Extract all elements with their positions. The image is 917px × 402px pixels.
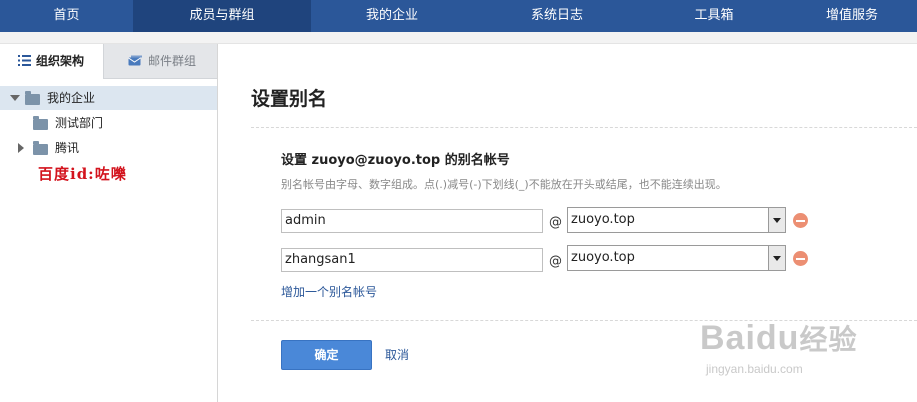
folder-icon bbox=[25, 91, 40, 105]
tab-org-structure-label: 组织架构 bbox=[36, 54, 85, 68]
tree-item-tencent[interactable]: 腾讯 bbox=[0, 136, 217, 160]
nav-system-log[interactable]: 系统日志 bbox=[473, 0, 641, 32]
chevron-down-icon[interactable] bbox=[768, 246, 785, 270]
expand-down-icon[interactable] bbox=[10, 95, 20, 101]
baidu-id-annotation: 百度id:咗嚛 bbox=[38, 165, 127, 183]
tab-mail-groups-label: 邮件群组 bbox=[148, 54, 197, 68]
baidu-logo-cn: 经验 bbox=[799, 324, 858, 355]
mail-group-icon bbox=[128, 45, 143, 79]
alias-input-2[interactable] bbox=[281, 248, 543, 272]
chevron-down-icon[interactable] bbox=[768, 208, 785, 232]
tree-item-label: 腾讯 bbox=[55, 141, 80, 155]
cancel-link[interactable]: 取消 bbox=[385, 346, 409, 363]
page-title: 设置别名 bbox=[251, 88, 328, 110]
domain-select-1[interactable]: zuoyo.top bbox=[567, 207, 786, 233]
tab-org-structure[interactable]: 组织架构 bbox=[0, 44, 104, 79]
watermark-url: jingyan.baidu.com bbox=[706, 362, 803, 376]
remove-alias-icon[interactable] bbox=[793, 213, 808, 228]
tree-item-label: 测试部门 bbox=[55, 116, 104, 130]
sidebar: 组织架构 邮件群组 我的企业 测试部门 腾讯 bbox=[0, 44, 218, 402]
expand-right-icon[interactable] bbox=[18, 143, 24, 153]
domain-select-value: zuoyo.top bbox=[571, 250, 635, 265]
add-alias-link[interactable]: 增加一个别名帐号 bbox=[281, 283, 377, 300]
tab-mail-groups[interactable]: 邮件群组 bbox=[105, 44, 217, 78]
baidu-logo-watermark: Baidu经验 bbox=[700, 318, 857, 358]
alias-rules-hint: 别名帐号由字母、数字组成。点(.)减号(-)下划线(_)不能放在开头或结尾，也不… bbox=[281, 178, 727, 191]
nav-toolbox[interactable]: 工具箱 bbox=[641, 0, 787, 32]
nav-home[interactable]: 首页 bbox=[0, 0, 133, 32]
divider bbox=[251, 127, 917, 128]
domain-select-2[interactable]: zuoyo.top bbox=[567, 245, 786, 271]
at-sign: @ bbox=[549, 254, 562, 269]
tree-item-label: 我的企业 bbox=[47, 91, 96, 105]
sidebar-tabs: 组织架构 邮件群组 bbox=[0, 44, 217, 79]
top-nav: 首页 成员与群组 我的企业 系统日志 工具箱 增值服务 bbox=[0, 0, 917, 32]
sub-bar bbox=[0, 32, 917, 44]
section-title: 设置 zuoyo@zuoyo.top 的别名帐号 bbox=[281, 153, 510, 168]
remove-alias-icon[interactable] bbox=[793, 251, 808, 266]
nav-my-company[interactable]: 我的企业 bbox=[311, 0, 473, 32]
domain-select-value: zuoyo.top bbox=[571, 212, 635, 227]
alias-input-1[interactable] bbox=[281, 209, 543, 233]
confirm-button[interactable]: 确定 bbox=[281, 340, 372, 370]
folder-icon bbox=[33, 141, 48, 155]
folder-icon bbox=[33, 116, 48, 130]
nav-members-groups[interactable]: 成员与群组 bbox=[133, 0, 311, 32]
at-sign: @ bbox=[549, 215, 562, 230]
nav-value-added[interactable]: 增值服务 bbox=[787, 0, 917, 32]
tree-item-my-company[interactable]: 我的企业 bbox=[0, 86, 217, 110]
list-icon bbox=[18, 45, 31, 79]
baidu-logo-text: Baidu bbox=[700, 319, 800, 357]
tree-item-test-dept[interactable]: 测试部门 bbox=[0, 111, 217, 135]
